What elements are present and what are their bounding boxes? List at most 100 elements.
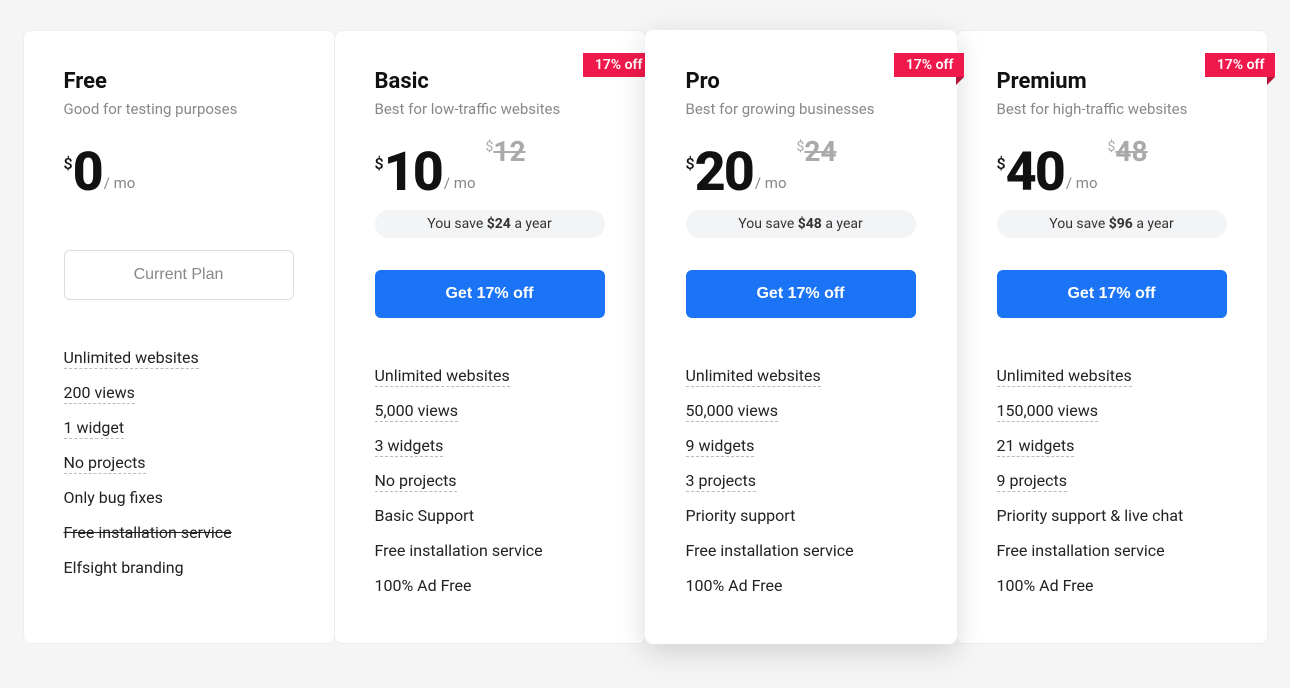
current-plan-button: Current Plan: [64, 250, 294, 300]
per-unit: / mo: [104, 174, 136, 192]
feature-item: Elfsight branding: [64, 550, 294, 585]
savings-badge: You save $96 a year: [997, 210, 1227, 238]
feature-item: 50,000 views: [686, 393, 916, 428]
feature-item: Free installation service: [997, 533, 1227, 568]
feature-item: Unlimited websites: [997, 358, 1227, 393]
feature-item: Free installation service: [375, 533, 605, 568]
savings-badge: You save $48 a year: [686, 210, 916, 238]
price-row: $40/ mo$48: [997, 146, 1227, 200]
feature-item: 3 projects: [686, 463, 916, 498]
per-unit: / mo: [1066, 174, 1098, 192]
feature-text: 9 widgets: [686, 436, 755, 457]
currency-symbol: $: [797, 139, 805, 155]
feature-item: Free installation service: [64, 515, 294, 550]
price-main: $0/ mo: [64, 146, 136, 200]
savings-suffix: a year: [1133, 216, 1174, 232]
plan-card-pro: 17% offProBest for growing businesses$20…: [645, 30, 957, 644]
feature-text: Unlimited websites: [997, 366, 1132, 387]
feature-item: 21 widgets: [997, 428, 1227, 463]
feature-item: 100% Ad Free: [375, 568, 605, 603]
currency-symbol: $: [64, 154, 73, 173]
feature-text: No projects: [64, 453, 146, 474]
feature-list: Unlimited websites 150,000 views 21 widget…: [997, 358, 1227, 603]
feature-list: Unlimited websites 200 views 1 widget No pr…: [64, 340, 294, 585]
feature-text: 21 widgets: [997, 436, 1075, 457]
pricing-grid: FreeGood for testing purposes$0/ moCurre…: [20, 30, 1270, 644]
currency-symbol: $: [997, 154, 1006, 173]
feature-item: 3 widgets: [375, 428, 605, 463]
feature-item: 200 views: [64, 375, 294, 410]
price-amount: 0: [73, 146, 102, 200]
discount-ribbon: 17% off: [1205, 53, 1275, 77]
price-main: $10/ mo: [375, 146, 476, 200]
old-price-amount: 24: [804, 135, 836, 168]
feature-item: Unlimited websites: [375, 358, 605, 393]
feature-item: 5,000 views: [375, 393, 605, 428]
price-amount: 40: [1006, 146, 1064, 200]
feature-text: 5,000 views: [375, 401, 459, 422]
feature-item: No projects: [375, 463, 605, 498]
price-amount: 10: [384, 146, 442, 200]
feature-item: Free installation service: [686, 533, 916, 568]
per-unit: / mo: [755, 174, 787, 192]
feature-item: 9 widgets: [686, 428, 916, 463]
get-discount-button[interactable]: Get 17% off: [686, 270, 916, 318]
plan-subtitle: Good for testing purposes: [64, 100, 294, 118]
price-old: $24: [797, 135, 837, 168]
currency-symbol: $: [686, 154, 695, 173]
price-row: $20/ mo$24: [686, 146, 916, 200]
plan-title: Free: [64, 69, 294, 94]
feature-text: 50,000 views: [686, 401, 778, 422]
savings-suffix: a year: [822, 216, 863, 232]
feature-text: 3 projects: [686, 471, 757, 492]
per-unit: / mo: [444, 174, 476, 192]
feature-text: Unlimited websites: [686, 366, 821, 387]
plan-title: Premium: [997, 69, 1227, 94]
price-old: $12: [486, 135, 526, 168]
plan-subtitle: Best for growing businesses: [686, 100, 916, 118]
feature-item: Only bug fixes: [64, 480, 294, 515]
savings-prefix: You save: [427, 216, 486, 232]
plan-subtitle: Best for low-traffic websites: [375, 100, 605, 118]
feature-item: 150,000 views: [997, 393, 1227, 428]
price-row: $0/ mo: [64, 146, 294, 200]
old-price-amount: 48: [1115, 135, 1147, 168]
plan-title: Basic: [375, 69, 605, 94]
old-price-amount: 12: [493, 135, 525, 168]
get-discount-button[interactable]: Get 17% off: [375, 270, 605, 318]
savings-badge: You save $24 a year: [375, 210, 605, 238]
plan-card-basic: 17% offBasicBest for low-traffic website…: [334, 30, 646, 644]
plan-card-premium: 17% offPremiumBest for high-traffic webs…: [956, 30, 1268, 644]
spacer: [64, 210, 294, 250]
feature-item: Unlimited websites: [64, 340, 294, 375]
feature-item: Basic Support: [375, 498, 605, 533]
plan-title: Pro: [686, 69, 916, 94]
feature-text: 1 widget: [64, 418, 125, 439]
feature-item: Priority support & live chat: [997, 498, 1227, 533]
feature-text: 9 projects: [997, 471, 1068, 492]
plan-subtitle: Best for high-traffic websites: [997, 100, 1227, 118]
feature-item: 100% Ad Free: [686, 568, 916, 603]
feature-text: 200 views: [64, 383, 135, 404]
currency-symbol: $: [1108, 139, 1116, 155]
get-discount-button[interactable]: Get 17% off: [997, 270, 1227, 318]
feature-list: Unlimited websites 50,000 views 9 widgets 3…: [686, 358, 916, 603]
feature-item: 1 widget: [64, 410, 294, 445]
feature-item: Priority support: [686, 498, 916, 533]
feature-item: 9 projects: [997, 463, 1227, 498]
price-old: $48: [1108, 135, 1148, 168]
savings-amount: $24: [487, 216, 511, 232]
feature-text: 150,000 views: [997, 401, 1098, 422]
feature-text: No projects: [375, 471, 457, 492]
feature-list: Unlimited websites 5,000 views 3 widgets No…: [375, 358, 605, 603]
savings-prefix: You save: [1049, 216, 1108, 232]
price-amount: 20: [695, 146, 753, 200]
savings-amount: $48: [798, 216, 822, 232]
feature-item: 100% Ad Free: [997, 568, 1227, 603]
price-main: $40/ mo: [997, 146, 1098, 200]
feature-text: Unlimited websites: [64, 348, 199, 369]
feature-item: Unlimited websites: [686, 358, 916, 393]
plan-card-free: Free Good for testing purposes $0/ mo Curre…: [23, 30, 335, 644]
price-main: $20/ mo: [686, 146, 787, 200]
feature-text: 3 widgets: [375, 436, 444, 457]
